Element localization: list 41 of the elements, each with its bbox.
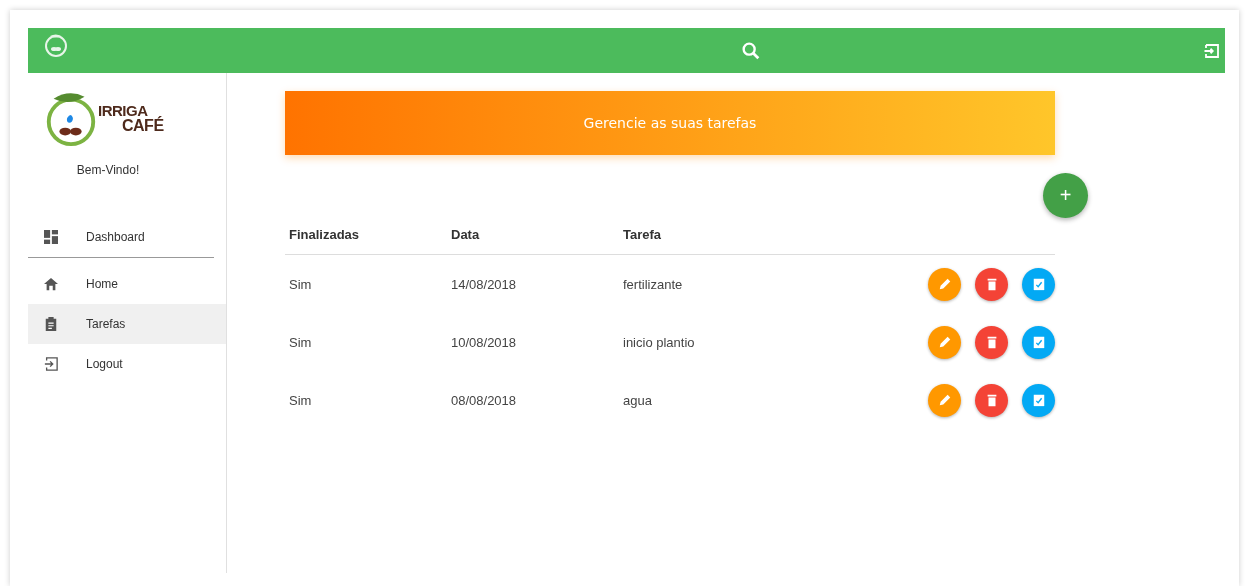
clipboard-check-icon [1031, 393, 1046, 407]
sidebar-item[interactable]: Logout [28, 344, 226, 384]
table-cell-text: 10/08/2018 [450, 334, 518, 350]
logo-text: IRRIGA [98, 102, 148, 118]
pencil-icon [937, 277, 952, 291]
clipboard-icon [44, 317, 58, 331]
table-cell-text: agua [622, 392, 653, 408]
complete-button[interactable] [1022, 325, 1055, 359]
table-cell-text: Sim [288, 392, 313, 408]
sidebar-item[interactable]: Tarefas [28, 304, 226, 344]
table-cell-text: fertilizante [622, 276, 684, 292]
table-cell-text: inicio plantio [622, 334, 696, 350]
sidebar-item[interactable]: Dashboard [28, 217, 214, 258]
logo-text: CAFÉ [122, 117, 164, 134]
column-header: Data [450, 226, 481, 242]
logo-icon [44, 32, 68, 57]
dashboard-icon [44, 230, 58, 244]
pencil-icon [937, 335, 952, 349]
clipboard-check-icon [1031, 277, 1046, 291]
home-icon [44, 277, 58, 291]
logout-icon [44, 357, 58, 371]
column-header: Finalizadas [288, 226, 361, 242]
table-cell-text: 14/08/2018 [450, 276, 518, 292]
column-header: Tarefa [622, 226, 663, 242]
delete-button[interactable] [975, 325, 1008, 359]
pencil-icon [937, 393, 952, 407]
edit-button[interactable] [928, 267, 961, 301]
clipboard-check-icon [1031, 335, 1046, 349]
table-cell-text: 08/08/2018 [450, 392, 518, 408]
table-cell-text: Sim [288, 276, 313, 292]
sidebar-item[interactable]: Home [28, 264, 226, 304]
welcome-text: Bem-Vindo! [75, 163, 141, 177]
logout-icon[interactable] [1203, 41, 1221, 60]
table-cell-text: Sim [288, 334, 313, 350]
edit-button[interactable] [928, 383, 961, 417]
edit-button[interactable] [928, 325, 961, 359]
delete-button[interactable] [975, 383, 1008, 417]
delete-button[interactable] [975, 267, 1008, 301]
banner-title: Gerencie as suas tarefas [583, 115, 757, 131]
complete-button[interactable] [1022, 383, 1055, 417]
complete-button[interactable] [1022, 267, 1055, 301]
